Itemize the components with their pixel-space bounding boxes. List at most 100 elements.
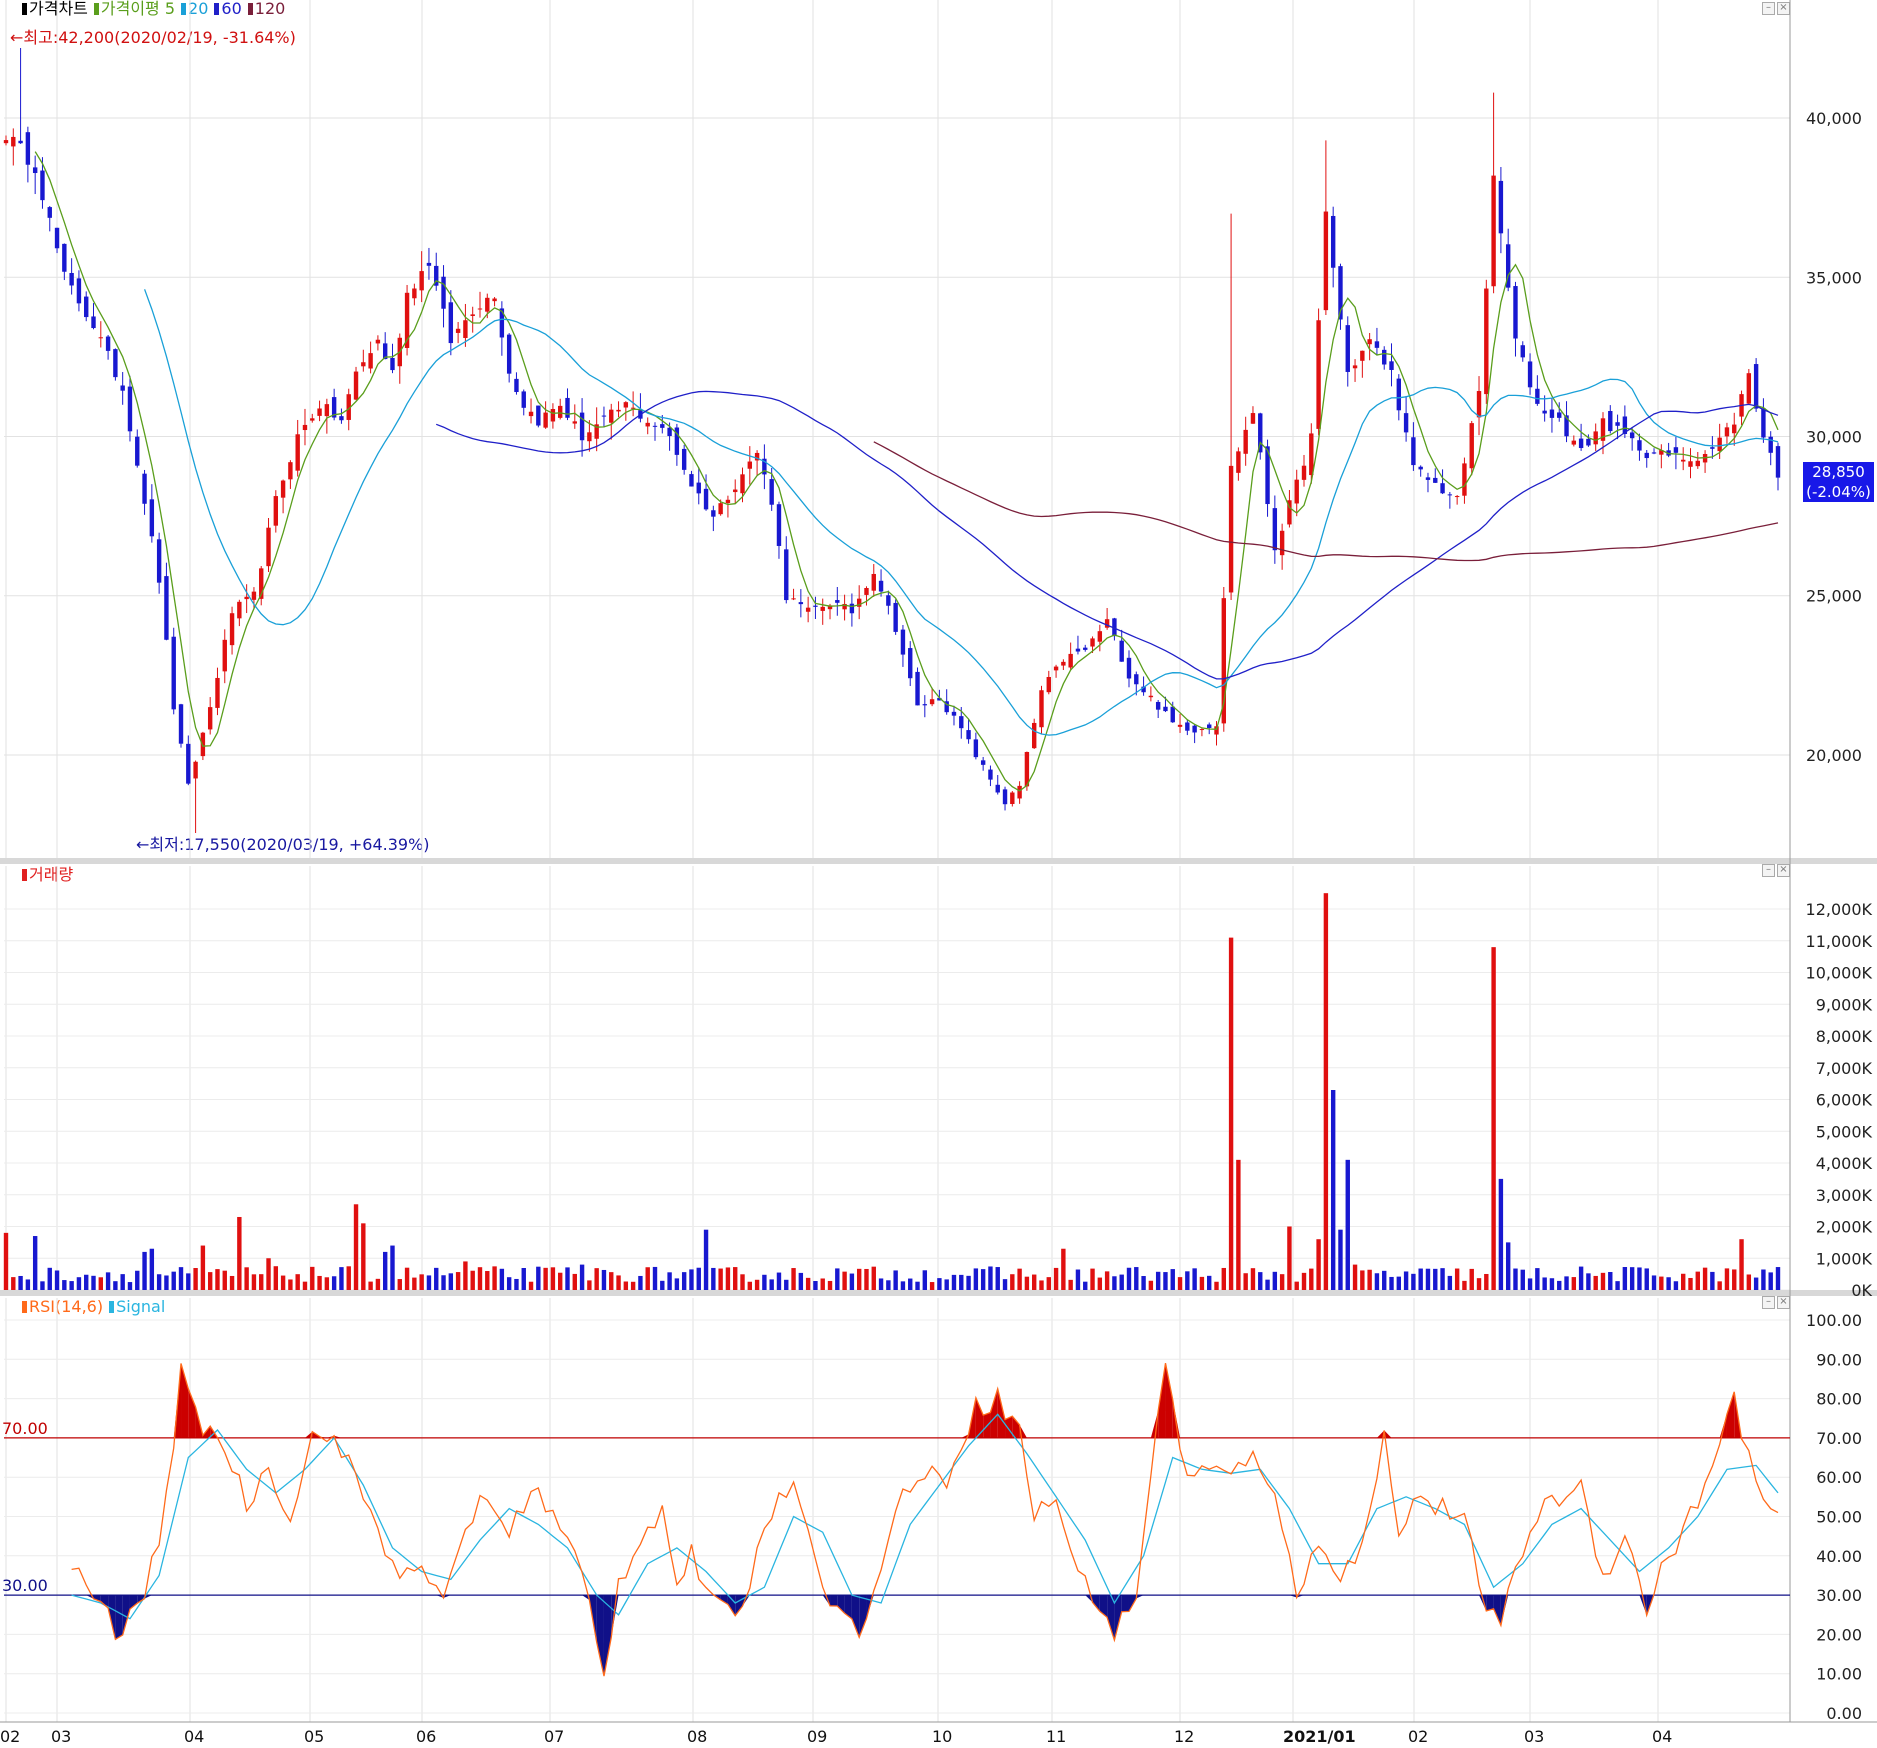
- volume-bar: [434, 1267, 439, 1290]
- candle-body: [1039, 690, 1044, 728]
- candle-body: [426, 262, 432, 266]
- candle-body: [623, 402, 629, 408]
- candle-body: [1316, 320, 1321, 429]
- volume-bar: [1017, 1268, 1022, 1290]
- volume-bar: [922, 1270, 928, 1290]
- volume-bar: [266, 1258, 271, 1290]
- volume-bar: [499, 1268, 505, 1290]
- x-axis-month-label: 03: [51, 1727, 71, 1746]
- candle-body: [1279, 530, 1285, 556]
- volume-bar: [1732, 1269, 1737, 1290]
- volume-bar: [813, 1281, 818, 1290]
- volume-bar: [988, 1266, 993, 1290]
- volume-bar: [1498, 1178, 1504, 1290]
- volume-bar: [1199, 1276, 1205, 1290]
- volume-bar: [1637, 1267, 1642, 1290]
- x-axis-month-label: 04: [184, 1727, 204, 1746]
- volume-bar: [361, 1223, 366, 1290]
- candle-body: [1199, 729, 1205, 731]
- volume-bar: [441, 1275, 446, 1290]
- volume-bar: [1148, 1280, 1154, 1290]
- candle-body: [1017, 785, 1022, 799]
- volume-tick-label: 6,000K: [1816, 1091, 1873, 1110]
- volume-bar: [1002, 1279, 1008, 1290]
- candle-body: [485, 297, 490, 312]
- volume-bar: [186, 1273, 191, 1290]
- volume-tick-label: 7,000K: [1816, 1059, 1873, 1078]
- rsi-tick-label: 40.00: [1816, 1547, 1862, 1566]
- volume-bar: [463, 1261, 468, 1290]
- candle-body: [929, 699, 935, 705]
- volume-bar: [1163, 1272, 1168, 1290]
- candle-body: [164, 576, 169, 640]
- volume-bar: [40, 1281, 45, 1290]
- stock-chart[interactable]: 40,000 35,000 30,000 25,000 20,000 12,000K 11,…: [0, 0, 1877, 1748]
- candle-body: [1309, 433, 1314, 476]
- volume-bar: [1411, 1273, 1416, 1290]
- candle-body: [171, 636, 176, 710]
- candles: [3, 48, 1781, 833]
- volume-bar: [747, 1281, 753, 1290]
- price-tick-label: 20,000: [1806, 746, 1862, 765]
- volume-bar: [69, 1281, 74, 1290]
- candle-body: [1425, 477, 1431, 480]
- volume-bar: [98, 1277, 103, 1290]
- candle-body: [1272, 508, 1278, 551]
- candle-body: [1374, 341, 1380, 348]
- volume-bar: [740, 1274, 745, 1290]
- candle-body: [1301, 465, 1307, 480]
- candle-body: [900, 629, 906, 655]
- candle-body: [878, 580, 884, 592]
- volume-bar: [1695, 1271, 1700, 1290]
- volume-bar: [324, 1277, 330, 1290]
- candle-body: [477, 308, 483, 310]
- candle-body: [813, 605, 818, 607]
- volume-bar: [1564, 1276, 1569, 1290]
- candle-body: [1746, 373, 1752, 404]
- volume-bar: [207, 1272, 213, 1290]
- rsi-tick-label: 50.00: [1816, 1508, 1862, 1527]
- candle-body: [1447, 494, 1453, 496]
- candle-body: [1578, 438, 1584, 449]
- candle-body: [1185, 722, 1190, 731]
- candle-body: [747, 461, 753, 469]
- volume-bar: [1141, 1276, 1146, 1290]
- x-axis-month-label: 12: [1174, 1727, 1194, 1746]
- volume-bar: [711, 1267, 716, 1290]
- candle-body: [237, 601, 242, 619]
- volume-tick-label: 8,000K: [1816, 1027, 1873, 1046]
- volume-bar: [1491, 947, 1496, 1290]
- candle-body: [835, 600, 840, 603]
- volume-bar: [1593, 1275, 1598, 1290]
- candle-body: [1367, 339, 1372, 345]
- candle-body: [1053, 666, 1059, 671]
- volume-bar: [1761, 1269, 1766, 1290]
- candle-body: [1571, 440, 1577, 445]
- volume-bar: [1185, 1271, 1190, 1290]
- volume-bar: [1207, 1275, 1212, 1290]
- volume-bar: [1753, 1277, 1759, 1290]
- candle-body: [40, 170, 45, 201]
- volume-bar: [514, 1278, 519, 1290]
- volume-bar: [76, 1277, 82, 1290]
- volume-bar: [1549, 1278, 1555, 1290]
- volume-bar: [1221, 1267, 1226, 1290]
- volume-bar: [1462, 1280, 1467, 1290]
- volume-bar: [1301, 1272, 1307, 1290]
- volume-bar: [390, 1245, 395, 1290]
- candle-body: [135, 436, 140, 466]
- volume-bar: [149, 1248, 155, 1290]
- candle-body: [1031, 722, 1037, 749]
- volume-bar: [339, 1267, 344, 1290]
- volume-bar: [1097, 1277, 1103, 1290]
- panel-separator: [0, 1290, 1877, 1296]
- candle-body: [1075, 648, 1081, 652]
- moving-average-60-line: [435, 390, 1779, 680]
- volume-bar: [54, 1270, 60, 1290]
- oversold-area: [851, 1595, 860, 1638]
- candle-body: [222, 639, 227, 672]
- candle-body: [536, 405, 541, 426]
- volume-bar: [1104, 1271, 1110, 1290]
- candle-body: [1155, 701, 1161, 710]
- oversold-area: [596, 1595, 604, 1677]
